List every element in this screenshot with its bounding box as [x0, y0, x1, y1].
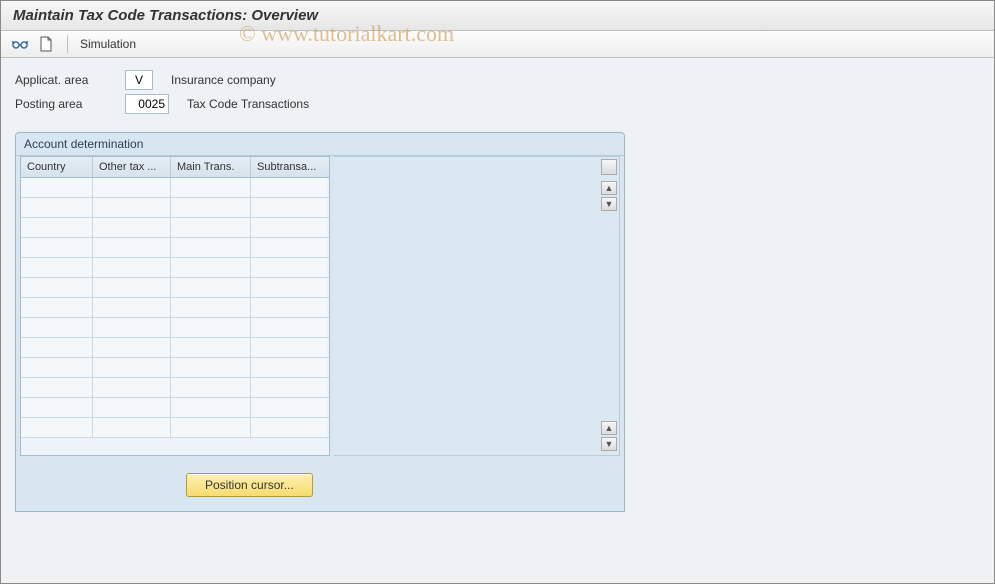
table-row[interactable]: [21, 278, 329, 298]
table-cell[interactable]: [93, 218, 171, 237]
scroll-down2-icon[interactable]: ▼: [601, 437, 617, 451]
posting-area-desc: Tax Code Transactions: [187, 97, 309, 111]
table-cell[interactable]: [93, 418, 171, 437]
table-cell[interactable]: [171, 318, 251, 337]
table-cell[interactable]: [171, 398, 251, 417]
table-cell[interactable]: [171, 358, 251, 377]
col-main-trans[interactable]: Main Trans.: [171, 157, 251, 177]
grid-rows: [21, 178, 329, 438]
applicat-area-desc: Insurance company: [171, 73, 276, 87]
table-cell[interactable]: [21, 178, 93, 197]
window-title: Maintain Tax Code Transactions: Overview: [1, 1, 994, 31]
panel-title: Account determination: [16, 133, 624, 156]
table-cell[interactable]: [93, 378, 171, 397]
table-cell[interactable]: [251, 378, 327, 397]
table-cell[interactable]: [21, 398, 93, 417]
table-cell[interactable]: [251, 238, 327, 257]
grid-header: Country Other tax ... Main Trans. Subtra…: [21, 157, 329, 178]
table-cell[interactable]: [171, 218, 251, 237]
table-cell[interactable]: [93, 258, 171, 277]
table-row[interactable]: [21, 418, 329, 438]
scroll-corner: [601, 159, 617, 175]
table-cell[interactable]: [251, 338, 327, 357]
toolbar: Simulation: [1, 31, 994, 58]
field-row-applicat-area: Applicat. area Insurance company: [15, 70, 980, 90]
table-cell[interactable]: [93, 298, 171, 317]
table-cell[interactable]: [21, 318, 93, 337]
grid: Country Other tax ... Main Trans. Subtra…: [20, 156, 330, 456]
table-cell[interactable]: [171, 338, 251, 357]
scroll-up2-icon[interactable]: ▲: [601, 421, 617, 435]
table-cell[interactable]: [21, 278, 93, 297]
table-row[interactable]: [21, 178, 329, 198]
table-row[interactable]: [21, 218, 329, 238]
table-cell[interactable]: [171, 238, 251, 257]
table-row[interactable]: [21, 258, 329, 278]
table-cell[interactable]: [171, 378, 251, 397]
applicat-area-label: Applicat. area: [15, 73, 125, 87]
content-area: Applicat. area Insurance company Posting…: [1, 58, 994, 576]
field-row-posting-area: Posting area Tax Code Transactions: [15, 94, 980, 114]
table-cell[interactable]: [93, 358, 171, 377]
posting-area-label: Posting area: [15, 97, 125, 111]
posting-area-input[interactable]: [125, 94, 169, 114]
table-cell[interactable]: [93, 178, 171, 197]
title-text: Maintain Tax Code Transactions: Overview: [13, 7, 318, 24]
table-cell[interactable]: [21, 198, 93, 217]
table-cell[interactable]: [251, 258, 327, 277]
table-cell[interactable]: [21, 378, 93, 397]
table-row[interactable]: [21, 358, 329, 378]
document-icon[interactable]: [37, 35, 55, 53]
scroll-down-icon[interactable]: ▼: [601, 197, 617, 211]
table-cell[interactable]: [171, 258, 251, 277]
table-cell[interactable]: [21, 218, 93, 237]
col-country[interactable]: Country: [21, 157, 93, 177]
panel-body: Country Other tax ... Main Trans. Subtra…: [16, 156, 624, 456]
table-cell[interactable]: [21, 238, 93, 257]
table-cell[interactable]: [171, 298, 251, 317]
table-cell[interactable]: [251, 198, 327, 217]
toolbar-separator: [67, 35, 68, 53]
table-cell[interactable]: [93, 238, 171, 257]
table-cell[interactable]: [251, 218, 327, 237]
button-bar: Position cursor...: [186, 473, 313, 497]
table-row[interactable]: [21, 198, 329, 218]
table-cell[interactable]: [171, 178, 251, 197]
simulation-button[interactable]: Simulation: [80, 37, 136, 51]
table-cell[interactable]: [93, 278, 171, 297]
table-cell[interactable]: [171, 198, 251, 217]
table-cell[interactable]: [251, 358, 327, 377]
table-cell[interactable]: [21, 358, 93, 377]
glasses-icon[interactable]: [11, 35, 29, 53]
table-row[interactable]: [21, 298, 329, 318]
position-cursor-button[interactable]: Position cursor...: [186, 473, 313, 497]
table-cell[interactable]: [21, 298, 93, 317]
table-cell[interactable]: [171, 278, 251, 297]
table-cell[interactable]: [93, 198, 171, 217]
scroll-up-icon[interactable]: ▲: [601, 181, 617, 195]
table-cell[interactable]: [251, 298, 327, 317]
table-row[interactable]: [21, 238, 329, 258]
table-cell[interactable]: [21, 338, 93, 357]
col-subtrans[interactable]: Subtransa...: [251, 157, 327, 177]
table-cell[interactable]: [251, 418, 327, 437]
table-cell[interactable]: [251, 278, 327, 297]
table-row[interactable]: [21, 318, 329, 338]
table-cell[interactable]: [93, 318, 171, 337]
table-cell[interactable]: [93, 338, 171, 357]
table-cell[interactable]: [251, 318, 327, 337]
table-cell[interactable]: [21, 418, 93, 437]
table-cell[interactable]: [251, 398, 327, 417]
table-row[interactable]: [21, 398, 329, 418]
table-row[interactable]: [21, 378, 329, 398]
table-cell[interactable]: [93, 398, 171, 417]
table-cell[interactable]: [251, 178, 327, 197]
table-cell[interactable]: [21, 258, 93, 277]
col-other-tax[interactable]: Other tax ...: [93, 157, 171, 177]
account-determination-panel: Account determination Country Other tax …: [15, 132, 625, 512]
applicat-area-input[interactable]: [125, 70, 153, 90]
table-row[interactable]: [21, 338, 329, 358]
table-cell[interactable]: [171, 418, 251, 437]
grid-empty-area: ▲ ▼ ▲ ▼: [334, 156, 620, 456]
